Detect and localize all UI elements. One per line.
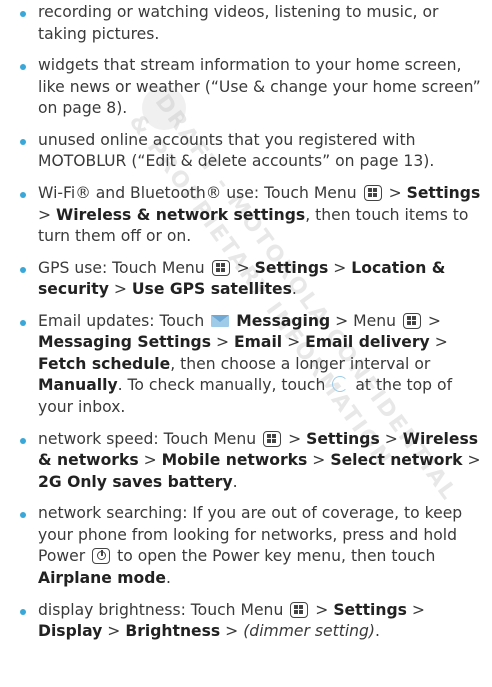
list-item: widgets that stream information to your … <box>0 55 492 120</box>
menu-key-icon <box>211 259 230 276</box>
list-item: recording or watching videos, listening … <box>0 2 492 45</box>
document-page: DRAFT - MOTOROLA CONFIDENTIAL & PROPRIET… <box>0 0 492 687</box>
bullet-icon <box>20 138 26 145</box>
menu-key-icon <box>402 312 421 329</box>
list-item: Email updates: Touch Messaging > Menu > … <box>0 311 492 419</box>
list-item: Wi-Fi® and Bluetooth® use: Touch Menu > … <box>0 183 492 248</box>
bullet-icon <box>20 319 26 326</box>
bullet-icon <box>20 192 26 199</box>
list-item: network speed: Touch Menu > Settings > W… <box>0 429 492 494</box>
bullet-icon <box>20 11 26 17</box>
menu-key-icon <box>290 601 309 618</box>
menu-key-icon <box>363 185 382 202</box>
menu-key-icon <box>263 430 282 447</box>
list-item: GPS use: Touch Menu > Settings > Locatio… <box>0 258 492 301</box>
menu-path-wireless: Wireless & network settings <box>56 205 306 224</box>
battery-tips-list: recording or watching videos, listening … <box>0 2 492 653</box>
power-key-icon <box>92 548 111 565</box>
bullet-icon <box>20 64 26 71</box>
list-item: display brightness: Touch Menu > Setting… <box>0 600 492 643</box>
menu-path-settings: Settings <box>406 184 481 203</box>
list-item: network searching: If you are out of cov… <box>0 503 492 589</box>
sync-icon <box>332 376 349 393</box>
bullet-icon <box>20 266 26 273</box>
list-item: unused online accounts that you register… <box>0 130 492 173</box>
messaging-icon <box>211 314 230 327</box>
bullet-icon <box>20 512 26 519</box>
bullet-icon <box>20 437 26 444</box>
bullet-icon <box>20 608 26 615</box>
